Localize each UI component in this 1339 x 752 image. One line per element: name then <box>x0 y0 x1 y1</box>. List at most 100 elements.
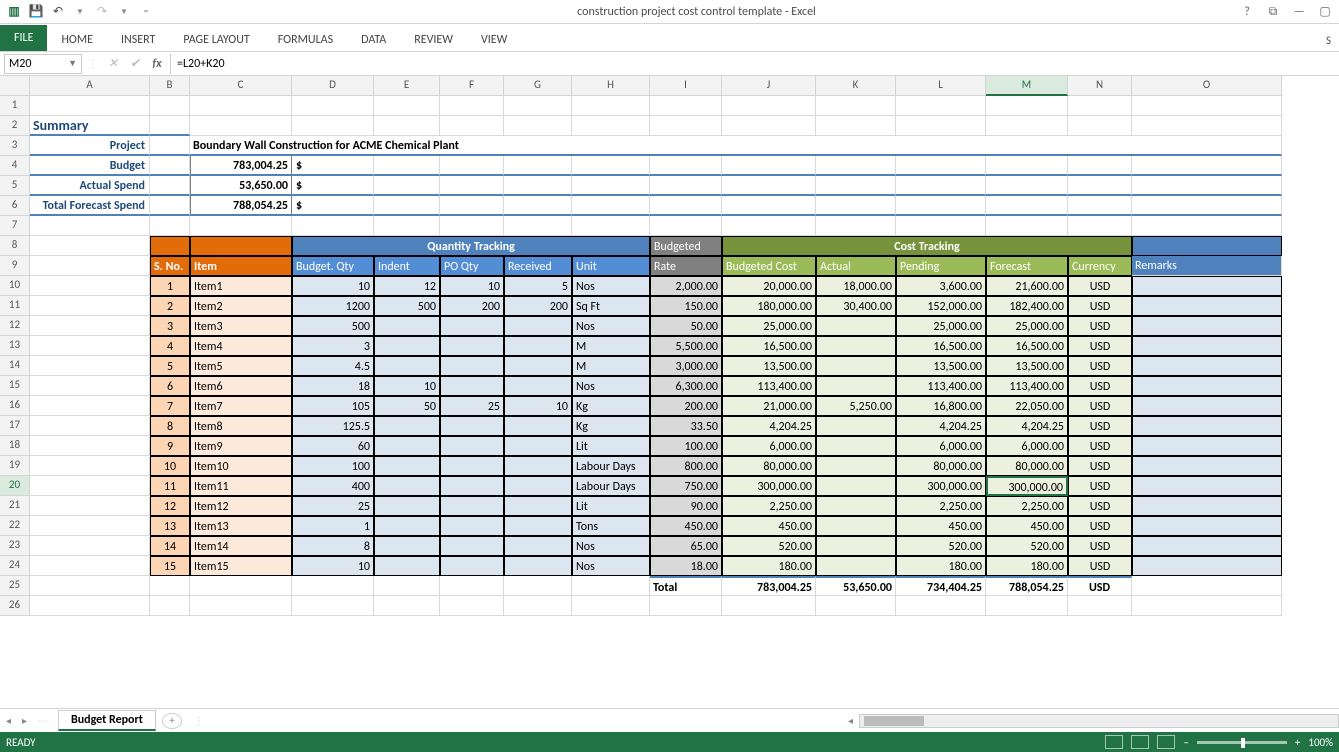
cell[interactable] <box>572 176 650 196</box>
cell[interactable] <box>896 596 986 616</box>
cell-pending[interactable]: 152,000.00 <box>896 296 986 316</box>
cell[interactable] <box>440 116 504 136</box>
cell-actual[interactable] <box>816 536 896 556</box>
tab-home[interactable]: HOME <box>47 27 107 51</box>
row-header-19[interactable]: 19 <box>0 456 30 476</box>
cell-budgeted-cost[interactable]: 13,500.00 <box>722 356 816 376</box>
cell[interactable] <box>292 216 374 236</box>
cell-unit[interactable]: Nos <box>572 556 650 576</box>
tab-data[interactable]: DATA <box>347 27 400 51</box>
cell-received[interactable] <box>504 336 572 356</box>
maximize-icon[interactable]: ▢ <box>1315 3 1335 21</box>
cell-item[interactable]: Item11 <box>190 476 292 496</box>
tab-insert[interactable]: INSERT <box>107 27 169 51</box>
cell-po-qty[interactable] <box>440 336 504 356</box>
zoom-percent[interactable]: 100% <box>1308 736 1333 749</box>
cell[interactable] <box>650 176 722 196</box>
cell-received[interactable]: 5 <box>504 276 572 296</box>
cell[interactable] <box>504 116 572 136</box>
tab-review[interactable]: REVIEW <box>400 27 467 51</box>
cell-received[interactable] <box>504 556 572 576</box>
cell-currency[interactable]: USD <box>1068 516 1132 536</box>
cell-budget-qty[interactable]: 10 <box>292 276 374 296</box>
cell-po-qty[interactable] <box>440 416 504 436</box>
cell-po-qty[interactable] <box>440 456 504 476</box>
cell-actual[interactable] <box>816 316 896 336</box>
cell-sno[interactable]: 10 <box>150 456 190 476</box>
cell[interactable] <box>30 456 150 476</box>
cell-remarks[interactable] <box>1132 396 1282 416</box>
cell-sno[interactable]: 5 <box>150 356 190 376</box>
cell-currency[interactable]: USD <box>1068 476 1132 496</box>
cell-budget-qty[interactable]: 400 <box>292 476 374 496</box>
row-header-10[interactable]: 10 <box>0 276 30 296</box>
cell-remarks[interactable] <box>1132 496 1282 516</box>
cell-sno[interactable]: 9 <box>150 436 190 456</box>
cell[interactable] <box>30 416 150 436</box>
cell-unit[interactable]: Nos <box>572 376 650 396</box>
tab-file[interactable]: FILE <box>0 25 47 51</box>
normal-view-icon[interactable] <box>1105 735 1123 749</box>
cell-indent[interactable]: 12 <box>374 276 440 296</box>
cell-pending[interactable]: 113,400.00 <box>896 376 986 396</box>
cell-budget-qty[interactable]: 105 <box>292 396 374 416</box>
sheet-nav-prev-icon[interactable]: ▸ <box>22 714 36 728</box>
cell-actual[interactable] <box>816 456 896 476</box>
cell-sno[interactable]: 11 <box>150 476 190 496</box>
cell-forecast[interactable]: 22,050.00 <box>986 396 1068 416</box>
cell[interactable] <box>292 576 374 596</box>
cell-forecast[interactable]: 13,500.00 <box>986 356 1068 376</box>
scrollbar-thumb[interactable] <box>864 716 924 726</box>
cell[interactable] <box>150 176 190 196</box>
cell[interactable] <box>504 596 572 616</box>
col-header-G[interactable]: G <box>504 76 572 96</box>
cell-unit[interactable]: Nos <box>572 276 650 296</box>
undo-dropdown-icon[interactable]: ▼ <box>70 2 90 22</box>
cell-remarks[interactable] <box>1132 456 1282 476</box>
cell-indent[interactable]: 10 <box>374 376 440 396</box>
cell[interactable] <box>986 216 1068 236</box>
cell[interactable] <box>30 396 150 416</box>
cell[interactable] <box>1132 576 1282 596</box>
col-header-H[interactable]: H <box>572 76 650 96</box>
cell-item[interactable]: Item9 <box>190 436 292 456</box>
cell-unit[interactable]: Kg <box>572 396 650 416</box>
cell[interactable] <box>650 116 722 136</box>
cell-pending[interactable]: 450.00 <box>896 516 986 536</box>
cell[interactable] <box>440 576 504 596</box>
cell-pending[interactable]: 4,204.25 <box>896 416 986 436</box>
cell-rate[interactable]: 50.00 <box>650 316 722 336</box>
cell[interactable] <box>816 156 896 176</box>
cell[interactable] <box>374 156 440 176</box>
cell[interactable] <box>572 216 650 236</box>
cell[interactable] <box>722 596 816 616</box>
cell[interactable] <box>722 196 816 216</box>
row-header-15[interactable]: 15 <box>0 376 30 396</box>
redo-icon[interactable]: ↷ <box>92 2 112 22</box>
cell-sno[interactable]: 1 <box>150 276 190 296</box>
cell-budget-qty[interactable]: 3 <box>292 336 374 356</box>
cell-rate[interactable]: 6,300.00 <box>650 376 722 396</box>
cell-indent[interactable] <box>374 316 440 336</box>
zoom-out-button[interactable]: – <box>1183 736 1188 749</box>
cell-forecast[interactable]: 21,600.00 <box>986 276 1068 296</box>
cell[interactable] <box>150 196 190 216</box>
cell[interactable] <box>896 156 986 176</box>
cell-currency[interactable]: USD <box>1068 496 1132 516</box>
name-box[interactable]: M20 ▼ <box>4 54 82 74</box>
cell[interactable] <box>986 596 1068 616</box>
cell-budget-qty[interactable]: 18 <box>292 376 374 396</box>
cell-received[interactable] <box>504 356 572 376</box>
cell[interactable] <box>30 216 150 236</box>
cell-forecast[interactable]: 25,000.00 <box>986 316 1068 336</box>
cell-po-qty[interactable] <box>440 556 504 576</box>
cell-actual[interactable]: 18,000.00 <box>816 276 896 296</box>
cell-sno[interactable]: 14 <box>150 536 190 556</box>
col-header-B[interactable]: B <box>150 76 190 96</box>
save-icon[interactable]: 💾 <box>26 2 46 22</box>
row-header-8[interactable]: 8 <box>0 236 30 256</box>
cell-rate[interactable]: 100.00 <box>650 436 722 456</box>
row-header-7[interactable]: 7 <box>0 216 30 236</box>
cell-indent[interactable] <box>374 356 440 376</box>
cell-item[interactable]: Item4 <box>190 336 292 356</box>
